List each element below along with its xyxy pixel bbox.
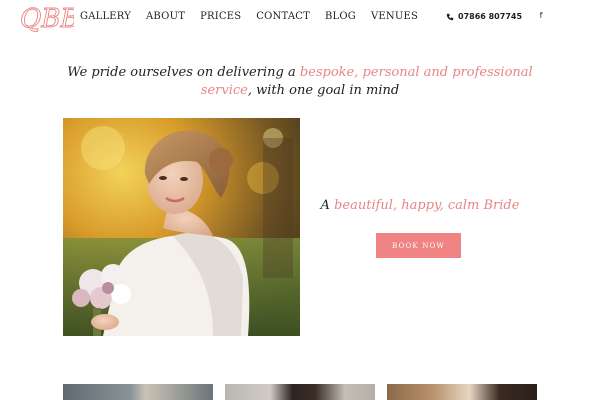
hero-tagline: A beautiful, happy, calm Bride — [310, 198, 530, 213]
nav-prices[interactable]: PRICES — [200, 11, 241, 23]
headline-pre: We pride ourselves on delivering a — [67, 65, 300, 80]
facebook-icon[interactable]: f — [538, 11, 544, 20]
hero-headline: We pride ourselves on delivering a bespo… — [60, 64, 540, 100]
main-nav: GALLERY ABOUT PRICES CONTACT BLOG VENUES — [80, 11, 433, 23]
nav-venues[interactable]: VENUES — [371, 11, 418, 23]
logo[interactable]: QBB — [18, 2, 74, 34]
headline-post: , with one goal in mind — [247, 83, 400, 98]
phone-icon — [446, 13, 454, 20]
tagline-accent: beautiful, happy, calm Bride — [334, 198, 520, 213]
svg-text:QBB: QBB — [20, 4, 74, 34]
site-header: QBB GALLERY ABOUT PRICES CONTACT BLOG VE… — [0, 0, 600, 36]
gallery-thumbnail[interactable] — [225, 384, 375, 400]
phone-number[interactable]: 07866 807745 — [446, 12, 522, 21]
tagline-pre: A — [320, 198, 335, 213]
book-now-button[interactable]: BOOK NOW — [376, 233, 461, 258]
nav-about[interactable]: ABOUT — [146, 11, 185, 23]
gallery-thumbnail[interactable] — [387, 384, 537, 400]
phone-text: 07866 807745 — [458, 12, 523, 21]
gallery-thumbnail[interactable] — [63, 384, 213, 400]
nav-gallery[interactable]: GALLERY — [80, 11, 131, 23]
nav-blog[interactable]: BLOG — [325, 11, 356, 23]
bride-photo — [63, 118, 300, 336]
nav-contact[interactable]: CONTACT — [256, 11, 310, 23]
